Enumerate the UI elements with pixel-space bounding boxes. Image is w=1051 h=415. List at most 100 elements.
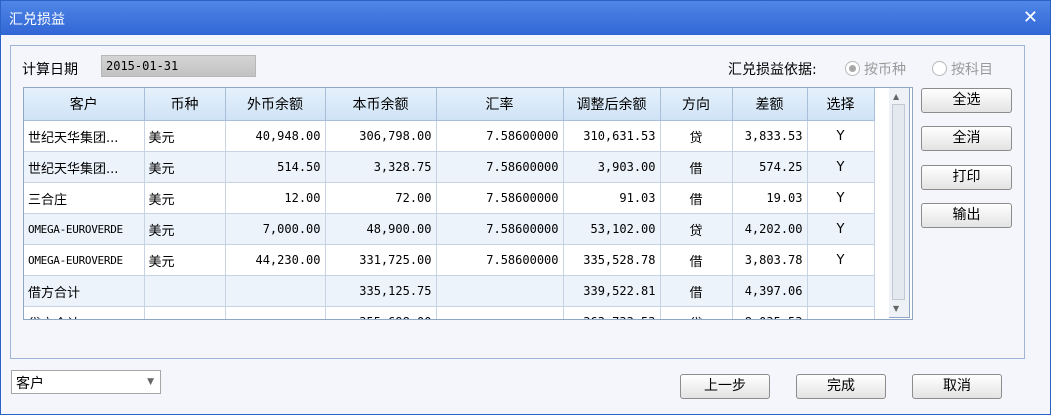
- table-cell: 3,328.75: [325, 151, 437, 183]
- dialog-window: 汇兑损益 ✕ 计算日期 2015-01-31 汇兑损益依据: 按币种 按科目 客…: [0, 0, 1051, 415]
- column-header[interactable]: 调整后余额: [563, 88, 661, 121]
- table-row[interactable]: 世纪天华集团... 美元 514.50 3,328.75 7.58600000 3,903…: [24, 151, 875, 183]
- date-field[interactable]: 2015-01-31: [101, 55, 256, 77]
- table-cell: 12.00: [225, 182, 326, 214]
- table-header: 客户 币种 外币余额 本币余额 汇率 调整后余额 方向 差额 选择: [24, 88, 875, 121]
- table-cell: 美元: [144, 213, 226, 245]
- table-cell: [807, 275, 875, 307]
- table-cell: 19.03: [732, 182, 808, 214]
- radio-by-currency-label: 按币种: [864, 62, 906, 78]
- table-cell: 借: [660, 244, 733, 276]
- table-cell: 美元: [144, 182, 226, 214]
- data-grid: 客户 币种 外币余额 本币余额 汇率 调整后余额 方向 差额 选择 世纪天华集团... 美元 40,…: [23, 87, 913, 320]
- table-cell: 贷: [660, 306, 733, 319]
- table-cell: 美元: [144, 151, 226, 183]
- column-header[interactable]: 币种: [144, 88, 226, 121]
- window-title: 汇兑损益: [9, 12, 65, 28]
- table-cell: 335,528.78: [563, 244, 661, 276]
- table-cell: 7.58600000: [436, 120, 564, 152]
- table-cell: 7.58600000: [436, 213, 564, 245]
- table-cell: 3,903.00: [563, 151, 661, 183]
- table-cell: 7,000.00: [225, 213, 326, 245]
- table-cell: 44,230.00: [225, 244, 326, 276]
- export-button[interactable]: 输出: [921, 203, 1012, 228]
- basis-label: 汇兑损益依据:: [728, 62, 817, 78]
- scroll-down-icon[interactable]: ▼: [893, 304, 899, 313]
- table-cell: OMEGA-EUROVERDE: [24, 244, 145, 276]
- date-label: 计算日期: [22, 62, 78, 78]
- table-cell: 339,522.81: [563, 275, 661, 307]
- radio-dot-icon: [932, 61, 947, 76]
- table-cell: 贷: [660, 120, 733, 152]
- print-button[interactable]: 打印: [921, 165, 1012, 190]
- radio-by-subject-label: 按科目: [951, 62, 993, 78]
- table-cell: 306,798.00: [325, 120, 437, 152]
- radio-by-subject[interactable]: 按科目: [932, 59, 993, 79]
- group-by-select[interactable]: 客户 ▼: [11, 370, 161, 394]
- table-cell: 40,948.00: [225, 120, 326, 152]
- table-cell: 三合庄: [24, 182, 145, 214]
- column-header[interactable]: 选择: [807, 88, 875, 121]
- finish-button[interactable]: 完成: [796, 374, 886, 399]
- column-header[interactable]: 外币余额: [225, 88, 326, 121]
- column-header[interactable]: 方向: [660, 88, 733, 121]
- table-cell: 世纪天华集团...: [24, 120, 145, 152]
- table-cell: 世纪天华集团...: [24, 151, 145, 183]
- table-cell: Y: [807, 182, 875, 214]
- table-cell: [225, 306, 326, 319]
- table-cell: [436, 306, 564, 319]
- table-cell: 借方合计: [24, 275, 145, 307]
- vertical-scrollbar[interactable]: ▲ ▼: [889, 87, 910, 318]
- radio-by-currency[interactable]: 按币种: [845, 59, 906, 79]
- table-cell: 贷: [660, 213, 733, 245]
- table-cell: 8,035.53: [732, 306, 808, 319]
- cancel-button[interactable]: 取消: [912, 374, 1002, 399]
- table-cell: Y: [807, 151, 875, 183]
- table-row[interactable]: OMEGA-EUROVERDE 美元 44,230.00 331,725.00 7.58…: [24, 244, 875, 276]
- table-cell: 贷方合计: [24, 306, 145, 319]
- table-cell: 美元: [144, 244, 226, 276]
- close-icon[interactable]: ✕: [1023, 7, 1038, 28]
- table-cell: [807, 306, 875, 319]
- table-cell: 借: [660, 151, 733, 183]
- group-by-value: 客户: [16, 376, 44, 392]
- table-row[interactable]: OMEGA-EUROVERDE 美元 7,000.00 48,900.00 7.5860…: [24, 213, 875, 245]
- table-cell: 美元: [144, 120, 226, 152]
- table-cell: 48,900.00: [325, 213, 437, 245]
- table-cell: [436, 275, 564, 307]
- table-cell: 514.50: [225, 151, 326, 183]
- prev-step-button[interactable]: 上一步: [680, 374, 770, 399]
- table-cell: Y: [807, 244, 875, 276]
- table-cell: 7.58600000: [436, 244, 564, 276]
- table-cell: 7.58600000: [436, 182, 564, 214]
- radio-dot-icon: [845, 61, 860, 76]
- table-cell: 335,125.75: [325, 275, 437, 307]
- table-row[interactable]: 贷方合计 355,698.00 363,733.53贷8,035.53: [24, 306, 875, 319]
- table-cell: 3,803.78: [732, 244, 808, 276]
- table-cell: 借: [660, 182, 733, 214]
- scroll-thumb[interactable]: [892, 104, 905, 300]
- table-cell: OMEGA-EUROVERDE: [24, 213, 145, 245]
- column-header[interactable]: 汇率: [436, 88, 564, 121]
- exchange-table: 客户 币种 外币余额 本币余额 汇率 调整后余额 方向 差额 选择 世纪天华集团... 美元 40,…: [24, 88, 875, 319]
- table-cell: [144, 275, 226, 307]
- table-cell: [225, 275, 326, 307]
- table-cell: 53,102.00: [563, 213, 661, 245]
- table-row[interactable]: 世纪天华集团... 美元 40,948.00 306,798.00 7.58600000…: [24, 120, 875, 152]
- column-header[interactable]: 本币余额: [325, 88, 437, 121]
- table-row[interactable]: 三合庄 美元 12.00 72.00 7.58600000 91.03 借 19.03 Y: [24, 182, 875, 214]
- table-cell: 363,733.53: [563, 306, 661, 319]
- select-all-button[interactable]: 全选: [921, 88, 1012, 113]
- title-bar: 汇兑损益 ✕: [1, 1, 1050, 35]
- table-row[interactable]: 借方合计 335,125.75 339,522.81 借 4,397.06: [24, 275, 875, 307]
- column-header[interactable]: 客户: [24, 88, 145, 121]
- deselect-all-button[interactable]: 全消: [921, 126, 1012, 151]
- column-header[interactable]: 差额: [732, 88, 808, 121]
- table-cell: 4,397.06: [732, 275, 808, 307]
- table-cell: [144, 306, 226, 319]
- chevron-down-icon[interactable]: ▼: [147, 377, 154, 387]
- table-cell: 借: [660, 275, 733, 307]
- table-cell: 3,833.53: [732, 120, 808, 152]
- table-cell: 574.25: [732, 151, 808, 183]
- scroll-up-icon[interactable]: ▲: [893, 92, 899, 101]
